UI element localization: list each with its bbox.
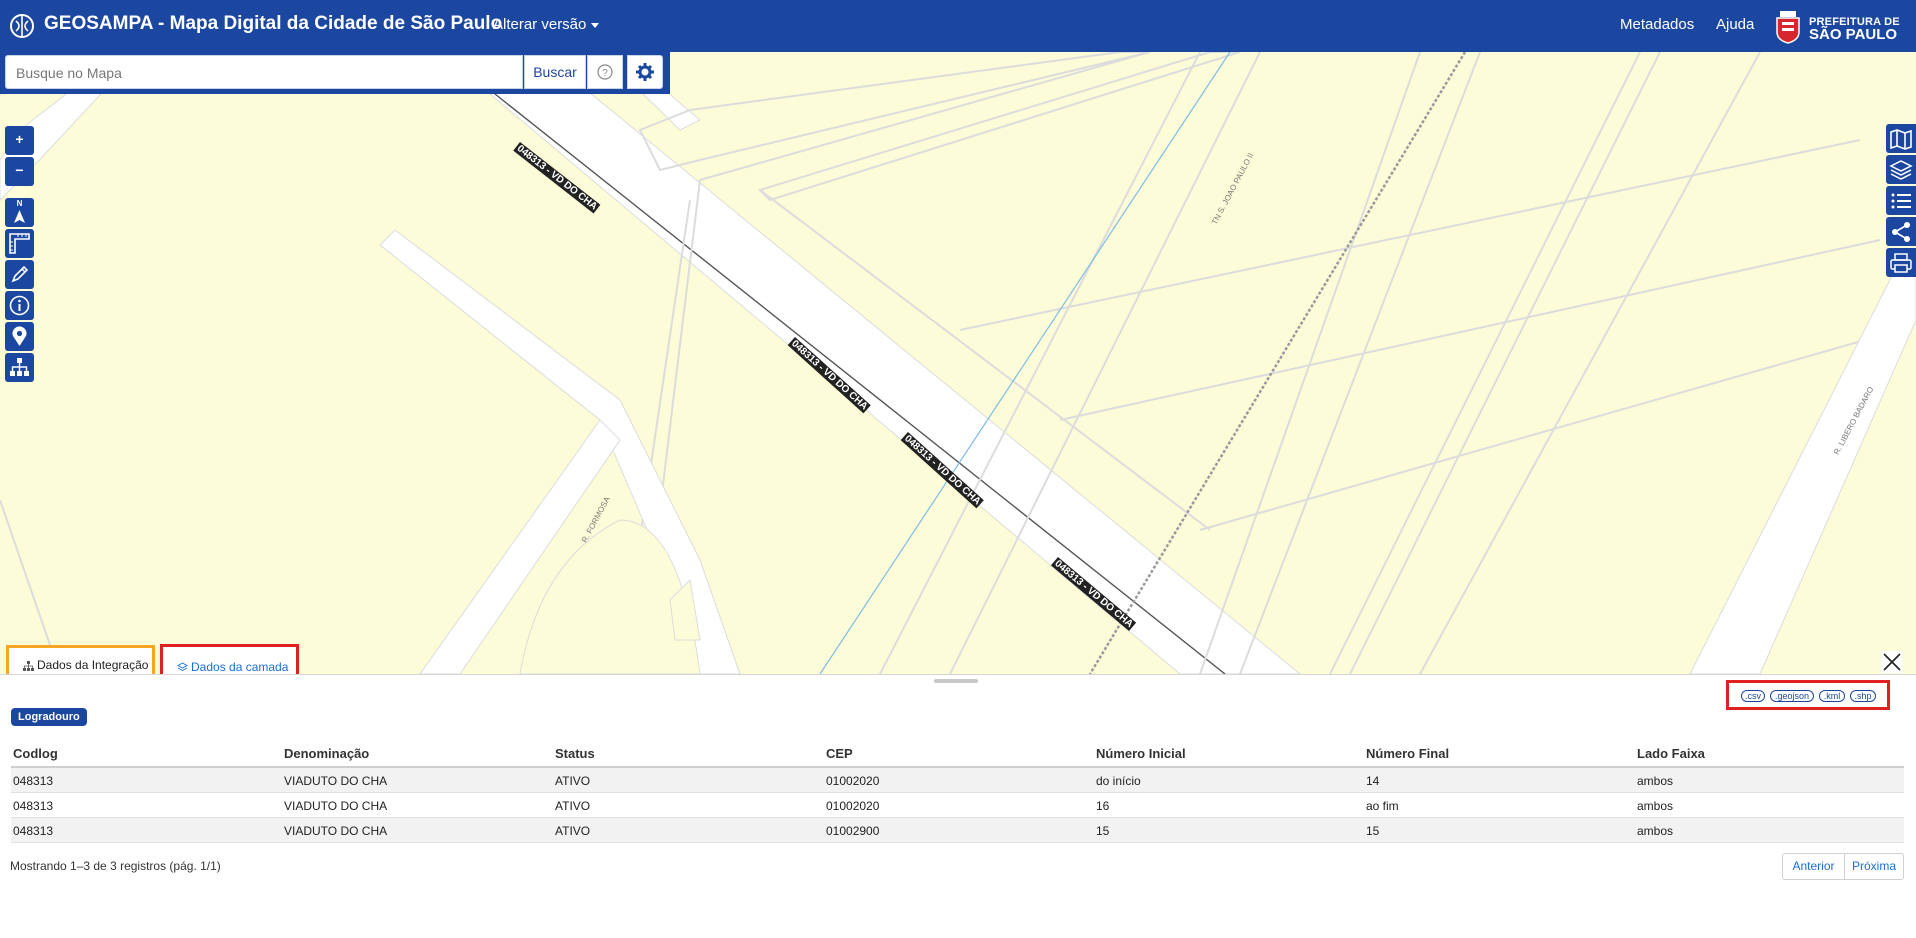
basemap-button[interactable] (1886, 124, 1916, 153)
column-header[interactable]: Lado Faixa (1637, 746, 1705, 761)
search-bar: Busque no Mapa Buscar ? (0, 52, 670, 94)
prefeitura-logo[interactable]: PREFEITURA DE SÃO PAULO (1773, 8, 1913, 46)
search-input[interactable]: Busque no Mapa (5, 55, 523, 89)
map-drawing (0, 52, 1916, 674)
table-cell: VIADUTO DO CHA (284, 799, 388, 813)
column-header[interactable]: Status (555, 746, 595, 761)
table-cell: 15 (1096, 824, 1110, 838)
map-canvas[interactable]: 048313 - VD DO CHA 048313 - VD DO CHA 04… (0, 52, 1916, 674)
table-cell: ATIVO (555, 774, 591, 788)
layer-badge: Logradouro (11, 708, 87, 726)
pagination: Anterior Próxima (1782, 853, 1904, 880)
chevron-down-icon (591, 22, 600, 28)
print-button[interactable] (1886, 248, 1916, 277)
pencil-icon (11, 265, 29, 283)
location-button[interactable] (5, 322, 34, 351)
column-header[interactable]: Número Final (1366, 746, 1449, 761)
sitemap-icon (10, 358, 29, 376)
table-cell: VIADUTO DO CHA (284, 824, 388, 838)
help-button[interactable]: ? (587, 55, 623, 89)
table-cell: 15 (1366, 824, 1380, 838)
gear-icon (636, 63, 654, 81)
north-arrow-button[interactable]: N (5, 198, 34, 227)
export-links: .csv .geojson .kml .shp (1726, 680, 1890, 710)
north-arrow-icon (14, 210, 25, 223)
tab-label: Dados da camada (191, 660, 289, 674)
share-button[interactable] (1886, 217, 1916, 246)
hierarchy-button[interactable] (5, 353, 34, 382)
export-shp-link[interactable]: .shp (1850, 690, 1876, 702)
table-row[interactable]: 048313 VIADUTO DO CHA ATIVO 01002020 16 … (11, 793, 1904, 818)
table-cell: ATIVO (555, 824, 591, 838)
version-menu-label: Alterar versão (493, 16, 587, 33)
table-cell: ATIVO (555, 799, 591, 813)
help-link[interactable]: Ajuda (1716, 16, 1754, 33)
table-cell: 048313 (13, 799, 54, 813)
table-cell: ambos (1637, 774, 1674, 788)
table-cell: ambos (1637, 824, 1674, 838)
table-cell: ao fim (1366, 799, 1399, 813)
brand-line-2: SÃO PAULO (1809, 26, 1898, 43)
legend-button[interactable] (1886, 186, 1916, 215)
table-cell: 14 (1366, 774, 1380, 788)
measure-button[interactable] (5, 229, 34, 258)
draw-button[interactable] (5, 260, 34, 289)
search-button[interactable]: Buscar (524, 55, 586, 89)
list-icon (1891, 193, 1911, 209)
question-icon: ? (597, 64, 613, 80)
version-menu[interactable]: Alterar versão (493, 16, 600, 33)
table-cell: VIADUTO DO CHA (284, 774, 388, 788)
column-header[interactable]: Codlog (13, 746, 58, 761)
svg-text:?: ? (602, 68, 608, 79)
map-pin-icon (12, 326, 27, 346)
table-row[interactable]: 048313 VIADUTO DO CHA ATIVO 01002900 15 … (11, 818, 1904, 843)
layers-icon (1889, 160, 1913, 180)
table-row[interactable]: 048313 VIADUTO DO CHA ATIVO 01002020 do … (11, 768, 1904, 793)
zoom-in-button[interactable]: + (5, 126, 34, 155)
app-title: GEOSAMPA - Mapa Digital da Cidade de São… (44, 13, 503, 34)
city-seal-icon (1773, 10, 1803, 44)
table-cell: 16 (1096, 799, 1110, 813)
metadata-link[interactable]: Metadados (1620, 16, 1694, 33)
records-info: Mostrando 1–3 de 3 registros (pág. 1/1) (10, 859, 221, 873)
previous-page-button[interactable]: Anterior (1783, 854, 1844, 879)
info-icon (9, 295, 30, 316)
tab-label: Dados da Integração (37, 658, 149, 672)
printer-icon (1890, 253, 1912, 273)
table-cell: 048313 (13, 774, 54, 788)
settings-button[interactable] (627, 55, 663, 89)
column-header[interactable]: Denominação (284, 746, 369, 761)
export-csv-link[interactable]: .csv (1741, 690, 1765, 702)
column-header[interactable]: CEP (826, 746, 853, 761)
results-table: Codlog Denominação Status CEP Número Ini… (11, 740, 1904, 843)
table-cell: 048313 (13, 824, 54, 838)
table-cell: ambos (1637, 799, 1674, 813)
map-icon (1890, 129, 1912, 150)
layers-button[interactable] (1886, 155, 1916, 184)
table-cell: 01002900 (826, 824, 880, 838)
export-geojson-link[interactable]: .geojson (1770, 690, 1814, 702)
table-cell: do início (1096, 774, 1141, 788)
share-icon (1892, 222, 1910, 242)
column-header[interactable]: Número Inicial (1096, 746, 1186, 761)
export-kml-link[interactable]: .kml (1819, 690, 1845, 702)
ruler-icon (9, 233, 30, 254)
close-panel-button[interactable] (1881, 651, 1903, 673)
table-cell: 01002020 (826, 774, 880, 788)
sitemap-icon (23, 661, 34, 671)
top-bar: GEOSAMPA - Mapa Digital da Cidade de São… (0, 0, 1916, 52)
table-cell: 01002020 (826, 799, 880, 813)
zoom-out-button[interactable]: − (5, 157, 34, 186)
info-button[interactable] (5, 291, 34, 320)
table-header: Codlog Denominação Status CEP Número Ini… (11, 740, 1904, 768)
geosampa-logo-icon[interactable] (8, 12, 36, 40)
resize-handle[interactable] (934, 679, 978, 683)
close-icon (1883, 653, 1901, 671)
layers-icon (177, 662, 188, 672)
next-page-button[interactable]: Próxima (1845, 854, 1903, 879)
